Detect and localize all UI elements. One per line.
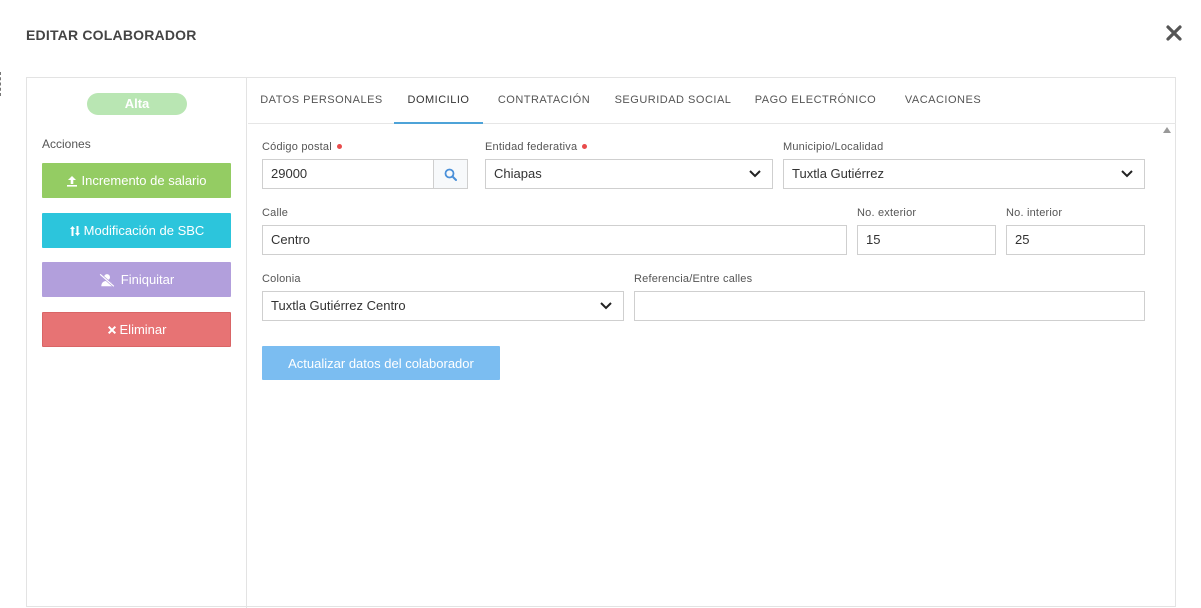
actions-panel: Alta Acciones Incremento de salario Modi…	[27, 78, 247, 608]
finiquitar-button[interactable]: Finiquitar	[42, 262, 231, 297]
tab-bar: DATOS PERSONALES DOMICILIO CONTRATACIÓN …	[248, 78, 1176, 124]
reference-input[interactable]	[634, 291, 1145, 321]
municipality-select[interactable]: Tuxtla Gutiérrez	[783, 159, 1145, 189]
ext-number-input[interactable]: 15	[857, 225, 996, 255]
tab-hiring[interactable]: CONTRATACIÓN	[488, 78, 600, 124]
tab-vacations[interactable]: VACACIONES	[893, 78, 993, 124]
sort-arrows-icon	[69, 225, 80, 236]
edit-employee-modal: EDITAR COLABORADOR Alta Acciones Increme…	[0, 0, 1201, 608]
chevron-down-icon	[600, 302, 612, 310]
postal-code-label: Código postal	[262, 141, 342, 153]
neighborhood-select[interactable]: Tuxtla Gutiérrez Centro	[262, 291, 624, 321]
tab-personal-data[interactable]: DATOS PERSONALES	[248, 78, 395, 124]
postal-code-label-text: Código postal	[262, 141, 332, 153]
int-number-label: No. interior	[1006, 207, 1063, 219]
street-input[interactable]: Centro	[262, 225, 847, 255]
close-button[interactable]	[1163, 22, 1185, 44]
state-select-value: Chiapas	[494, 166, 542, 181]
delete-button[interactable]: Eliminar	[42, 312, 231, 347]
tab-electronic-payment[interactable]: PAGO ELECTRÓNICO	[748, 78, 883, 124]
status-badge: Alta	[87, 93, 187, 115]
actions-label: Acciones	[42, 137, 91, 151]
required-dot	[336, 143, 342, 149]
state-select[interactable]: Chiapas	[485, 159, 773, 189]
modal-body: Alta Acciones Incremento de salario Modi…	[26, 77, 1176, 608]
upload-icon	[67, 175, 78, 187]
edge-marker	[0, 72, 2, 96]
modal-title: EDITAR COLABORADOR	[26, 27, 197, 43]
chevron-down-icon	[1121, 170, 1133, 178]
times-icon	[107, 325, 116, 334]
neighborhood-select-value: Tuxtla Gutiérrez Centro	[271, 298, 406, 313]
required-dot	[582, 143, 588, 149]
municipality-select-value: Tuxtla Gutiérrez	[792, 166, 884, 181]
chevron-down-icon	[749, 170, 761, 178]
tab-address[interactable]: DOMICILIO	[394, 78, 483, 124]
increment-salary-button[interactable]: Incremento de salario	[42, 163, 231, 198]
state-label-text: Entidad federativa	[485, 141, 578, 153]
update-employee-button[interactable]: Actualizar datos del colaborador	[262, 346, 500, 380]
delete-label: Eliminar	[119, 322, 167, 337]
scroll-up-arrow[interactable]	[1163, 127, 1171, 133]
finiquitar-label: Finiquitar	[120, 272, 175, 287]
ext-number-label: No. exterior	[857, 207, 917, 219]
user-slash-icon	[99, 272, 115, 287]
postal-code-input[interactable]: 29000	[262, 159, 434, 189]
reference-label: Referencia/Entre calles	[634, 273, 753, 285]
increment-salary-label: Incremento de salario	[81, 173, 207, 188]
int-number-input[interactable]: 25	[1006, 225, 1145, 255]
municipality-label: Municipio/Localidad	[783, 141, 884, 153]
close-icon	[1166, 25, 1182, 41]
state-label: Entidad federativa	[485, 141, 588, 153]
search-icon	[444, 168, 457, 181]
postal-search-button[interactable]	[433, 159, 468, 189]
tab-social-security[interactable]: SEGURIDAD SOCIAL	[606, 78, 740, 124]
street-label: Calle	[262, 207, 289, 219]
modify-sbc-button[interactable]: Modificación de SBC	[42, 213, 231, 248]
neighborhood-label: Colonia	[262, 273, 301, 285]
modify-sbc-label: Modificación de SBC	[83, 223, 205, 238]
